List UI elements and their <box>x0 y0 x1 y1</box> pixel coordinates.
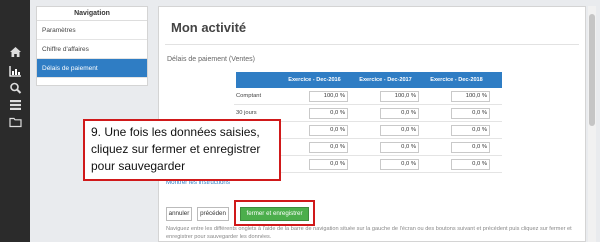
percent-input[interactable]: 0,0 % <box>309 142 348 153</box>
icon-rail <box>0 0 30 242</box>
home-icon[interactable] <box>9 46 22 58</box>
row-label: 30 jours <box>236 110 257 116</box>
percent-input[interactable]: 100,0 % <box>451 91 490 102</box>
nav-item-parametres[interactable]: Paramètres <box>37 21 147 40</box>
percent-input[interactable]: 0,0 % <box>380 108 419 119</box>
percent-input[interactable]: 100,0 % <box>380 91 419 102</box>
percent-input[interactable]: 100,0 % <box>309 91 348 102</box>
cancel-button[interactable]: annuler <box>166 207 192 221</box>
percent-input[interactable]: 0,0 % <box>380 125 419 136</box>
column-header: Exercice - Dec-2017 <box>359 77 412 83</box>
percent-input[interactable]: 0,0 % <box>451 125 490 136</box>
nav-item-chiffre-affaires[interactable]: Chiffre d'affaires <box>37 40 147 59</box>
previous-button[interactable]: précéden <box>197 207 229 221</box>
section-subtitle: Délais de paiement (Ventes) <box>167 56 255 63</box>
table-header: Exercice - Dec-2016 Exercice - Dec-2017 … <box>236 72 502 88</box>
title-divider <box>165 44 579 45</box>
percent-input[interactable]: 0,0 % <box>380 159 419 170</box>
vertical-scrollbar[interactable] <box>588 6 596 242</box>
percent-input[interactable]: 0,0 % <box>309 159 348 170</box>
search-icon[interactable] <box>9 82 22 94</box>
percent-input[interactable]: 0,0 % <box>380 142 419 153</box>
percent-input[interactable]: 0,0 % <box>451 108 490 119</box>
list-icon[interactable] <box>9 99 22 111</box>
save-button-highlight <box>234 200 315 226</box>
tutorial-callout: 9. Une fois les données saisies, cliquez… <box>83 119 281 181</box>
nav-item-delais-paiement[interactable]: Délais de paiement <box>37 59 147 78</box>
navigation-help-text: Naviguez entre les différents onglets à … <box>166 226 572 240</box>
percent-input[interactable]: 0,0 % <box>309 108 348 119</box>
column-header: Exercice - Dec-2018 <box>430 77 483 83</box>
navigation-panel: Navigation Paramètres Chiffre d'affaires… <box>36 6 148 86</box>
percent-input[interactable]: 0,0 % <box>451 142 490 153</box>
table-row: Comptant 100,0 % 100,0 % 100,0 % <box>234 88 502 105</box>
bar-chart-icon[interactable] <box>9 65 22 77</box>
row-label: Comptant <box>236 93 262 99</box>
scrollbar-thumb[interactable] <box>589 14 595 126</box>
column-header: Exercice - Dec-2016 <box>288 77 341 83</box>
percent-input[interactable]: 0,0 % <box>451 159 490 170</box>
folder-icon[interactable] <box>9 116 22 128</box>
page-title: Mon activité <box>171 20 247 35</box>
percent-input[interactable]: 0,0 % <box>309 125 348 136</box>
navigation-title: Navigation <box>37 7 147 21</box>
